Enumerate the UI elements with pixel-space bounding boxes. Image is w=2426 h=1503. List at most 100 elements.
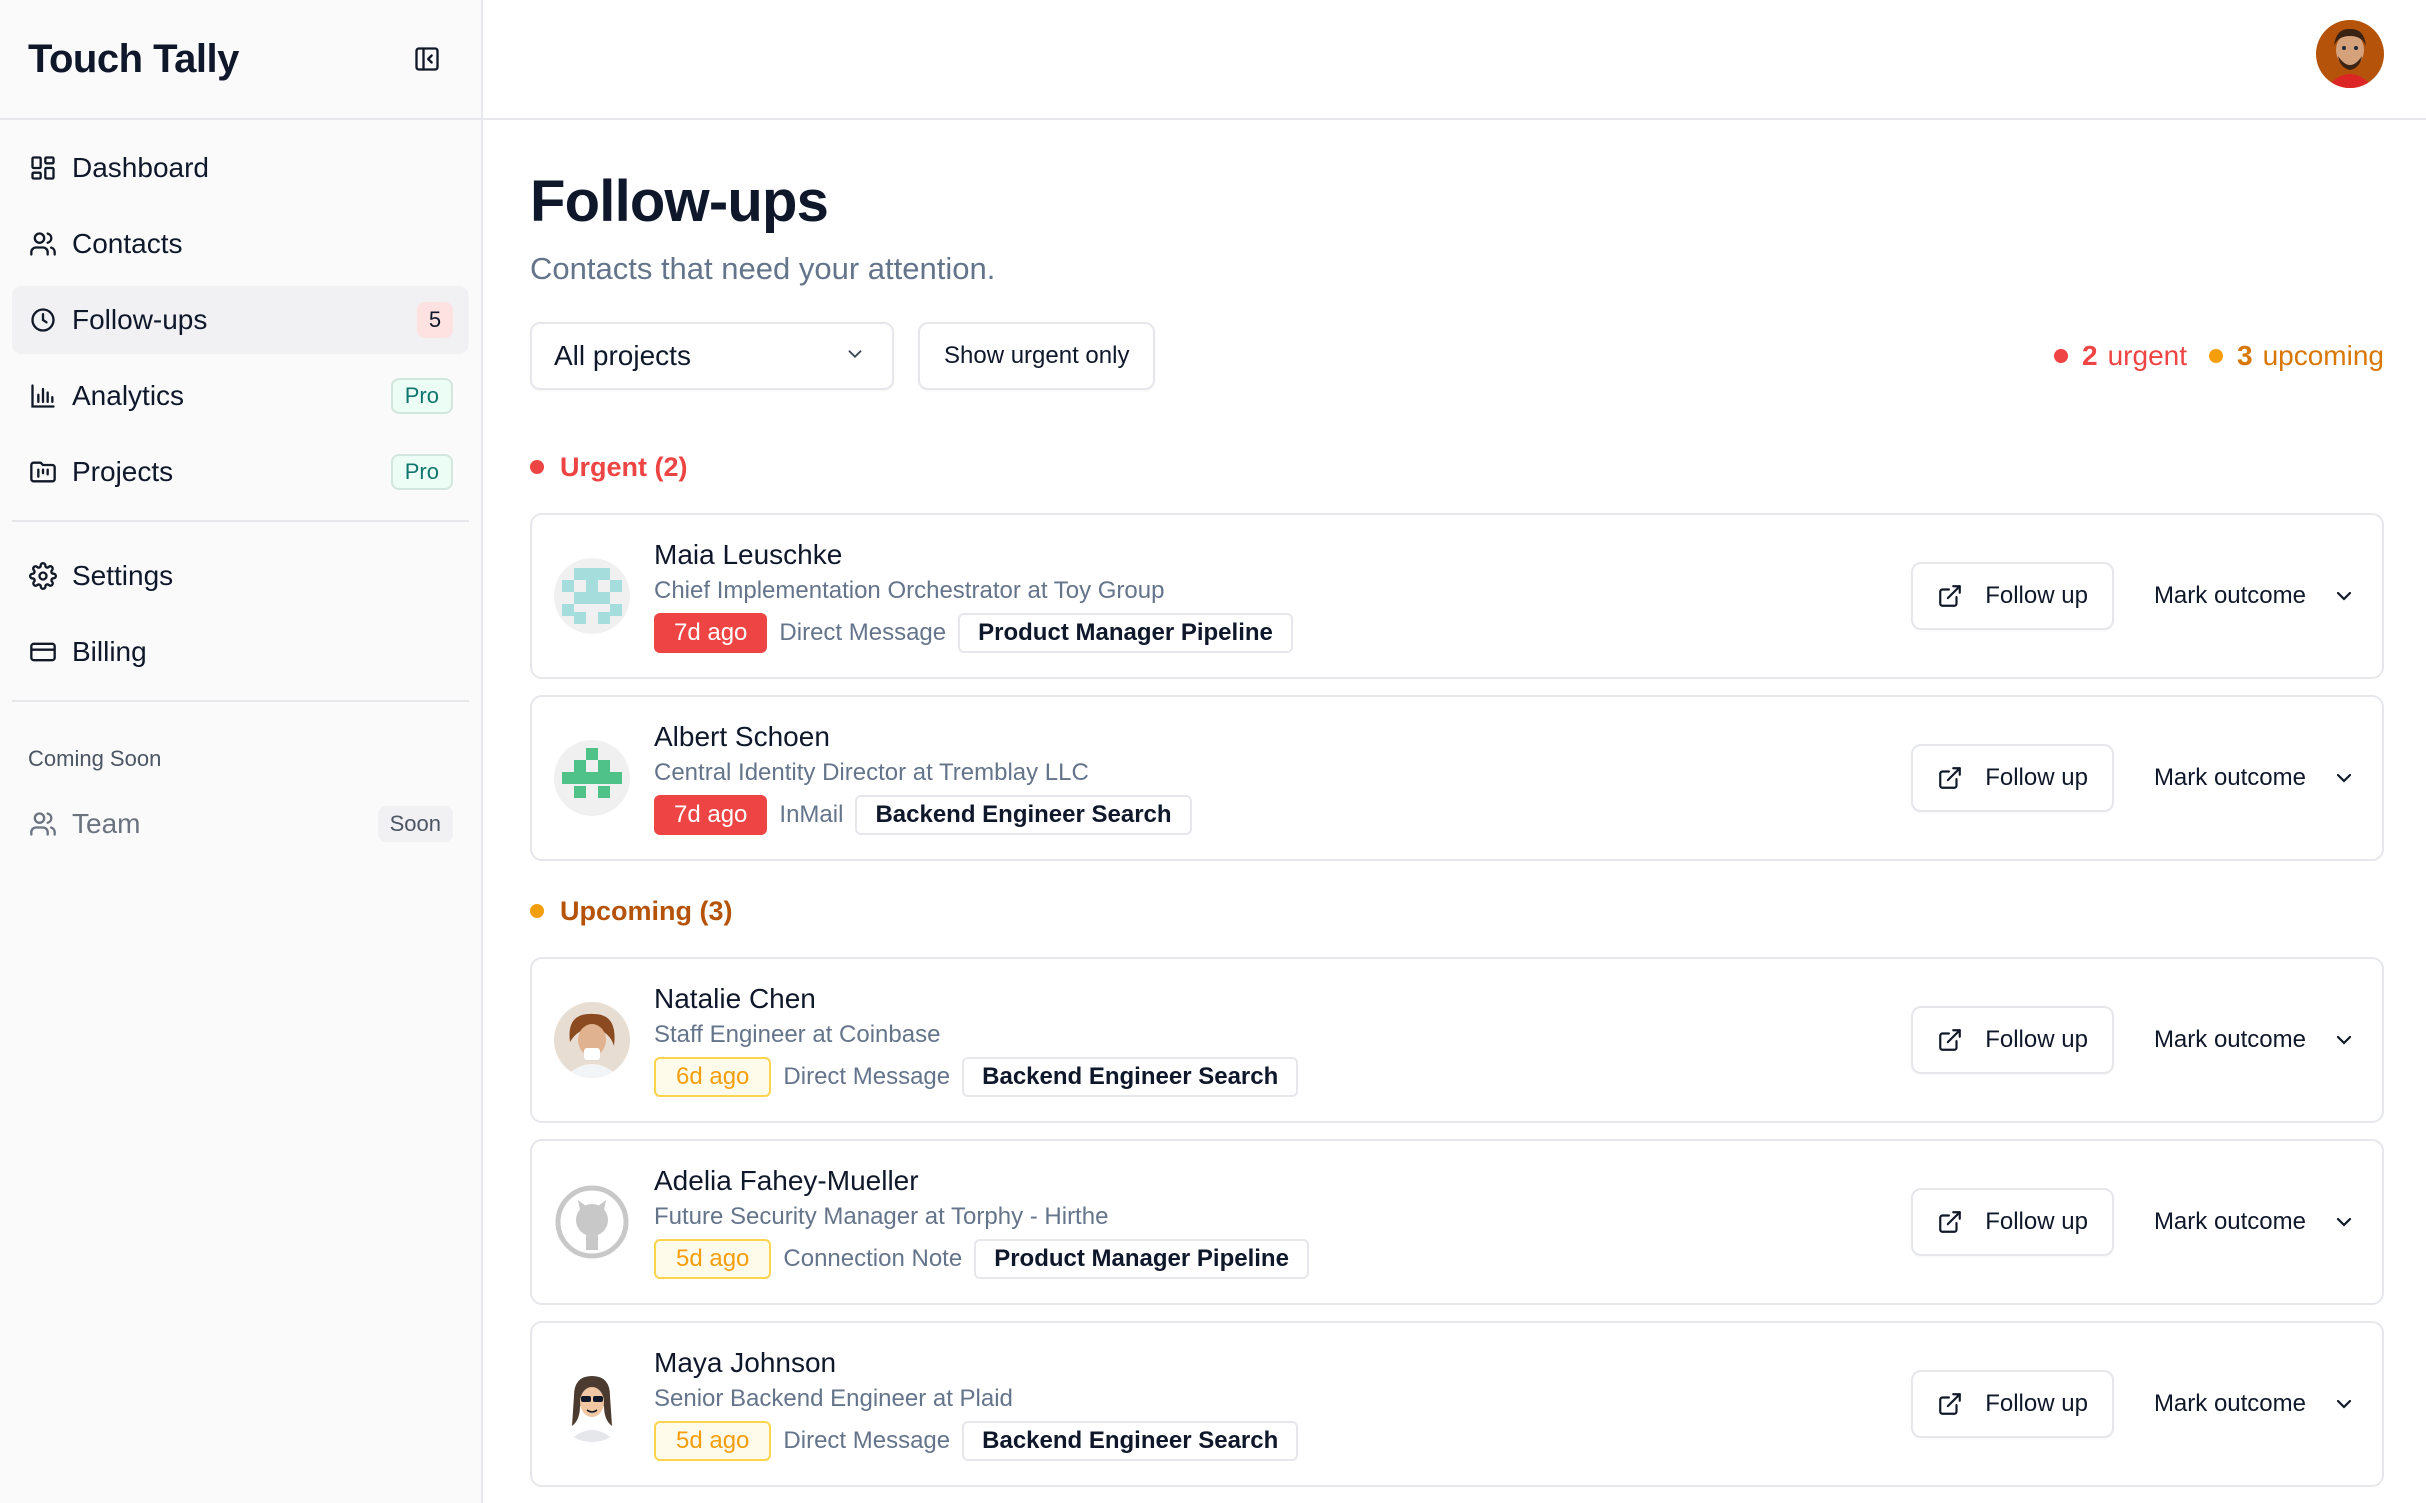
contact-name: Albert Schoen	[654, 721, 830, 752]
main-nav: Dashboard Contacts Follow-ups 5 Analytic…	[0, 120, 481, 506]
mark-outcome-dropdown[interactable]: Mark outcome	[2154, 764, 2356, 792]
sidebar-item-analytics[interactable]: Analytics Pro	[12, 362, 469, 430]
follow-up-label: Follow up	[1985, 582, 2088, 609]
mark-outcome-label: Mark outcome	[2153, 1026, 2306, 1053]
upcoming-summary: 3 upcoming	[2209, 340, 2384, 372]
contact-role: Central Identity Director at Tremblay LL…	[654, 759, 1089, 786]
user-avatar[interactable]	[2316, 20, 2384, 88]
chevron-down-icon	[2336, 591, 2352, 601]
upcoming-count: 3	[2237, 340, 2253, 371]
channel-label: Direct Message	[779, 619, 947, 646]
contact-info: Maya Johnson Senior Backend Engineer at …	[654, 1347, 1911, 1461]
last-contact-badge: 7d ago	[654, 613, 768, 653]
show-urgent-only-button[interactable]: Show urgent only	[918, 322, 1156, 390]
users-icon	[28, 809, 58, 839]
sidebar-divider	[12, 520, 469, 522]
urgent-group-header: Urgent (2)	[530, 447, 2384, 487]
contact-tags: 5d ago Direct Message Backend Engineer S…	[654, 1421, 1911, 1461]
upcoming-label: upcoming	[2262, 340, 2384, 371]
project-tag: Product Manager Pipeline	[958, 613, 1293, 653]
contact-avatar	[554, 740, 630, 816]
follow-up-button[interactable]: Follow up	[1911, 562, 2114, 630]
channel-label: InMail	[779, 801, 844, 828]
sidebar-item-dashboard[interactable]: Dashboard	[12, 134, 469, 202]
chevron-down-icon	[2336, 1217, 2352, 1227]
chevron-down-icon	[2336, 773, 2352, 783]
follow-up-label: Follow up	[1985, 1208, 2088, 1235]
sidebar-item-projects[interactable]: Projects Pro	[12, 438, 469, 506]
project-select[interactable]: All projects	[530, 322, 894, 390]
sidebar-item-settings[interactable]: Settings	[12, 542, 469, 610]
last-contact-badge: 5d ago	[654, 1239, 772, 1279]
project-tag: Backend Engineer Search	[962, 1421, 1299, 1461]
project-tag: Backend Engineer Search	[962, 1057, 1299, 1097]
pro-badge: Pro	[390, 454, 453, 490]
contact-card: Albert Schoen Central Identity Director …	[530, 695, 2384, 861]
follow-up-button[interactable]: Follow up	[1911, 744, 2114, 812]
sidebar-header: Touch Tally	[0, 0, 481, 120]
external-link-icon	[1939, 585, 1962, 607]
sidebar-collapse-icon[interactable]	[411, 43, 443, 75]
sidebar-item-label: Dashboard	[72, 152, 209, 183]
app-title: Touch Tally	[28, 36, 239, 81]
contact-name: Maya Johnson	[654, 1347, 837, 1378]
project-select-value: All projects	[554, 340, 691, 371]
sidebar-divider	[12, 700, 469, 702]
contact-tags: 6d ago Direct Message Backend Engineer S…	[654, 1057, 1911, 1097]
mark-outcome-label: Mark outcome	[2153, 764, 2306, 791]
sidebar-item-label: Follow-ups	[72, 304, 208, 335]
external-link-icon	[1939, 1029, 1962, 1051]
mark-outcome-dropdown[interactable]: Mark outcome	[2154, 582, 2356, 610]
bar-chart-icon	[28, 381, 58, 411]
channel-label: Direct Message	[783, 1427, 951, 1454]
contact-name: Maia Leuschke	[654, 539, 843, 570]
dashboard-icon	[28, 153, 58, 183]
mark-outcome-dropdown[interactable]: Mark outcome	[2154, 1208, 2356, 1236]
chevron-down-icon	[2336, 1035, 2352, 1045]
contact-avatar	[554, 558, 630, 634]
urgent-summary: 2 urgent	[2054, 340, 2187, 372]
gear-icon	[28, 561, 58, 591]
urgent-label: urgent	[2107, 340, 2188, 371]
top-bar	[483, 0, 2426, 120]
sidebar-item-label: Projects	[72, 456, 174, 487]
sidebar-item-label: Contacts	[72, 228, 183, 259]
contact-role: Senior Backend Engineer at Plaid	[654, 1385, 1013, 1412]
sidebar-item-label: Billing	[72, 636, 147, 667]
project-tag: Product Manager Pipeline	[974, 1239, 1309, 1279]
last-contact-badge: 7d ago	[654, 795, 768, 835]
filter-toolbar: All projects Show urgent only 2 urgent 3…	[530, 321, 2384, 391]
follow-up-button[interactable]: Follow up	[1911, 1370, 2114, 1438]
last-contact-badge: 5d ago	[654, 1421, 772, 1461]
channel-label: Connection Note	[783, 1245, 963, 1272]
mark-outcome-label: Mark outcome	[2153, 1390, 2306, 1417]
sidebar-item-follow-ups[interactable]: Follow-ups 5	[12, 286, 469, 354]
soon-badge: Soon	[377, 806, 453, 842]
folder-kanban-icon	[28, 457, 58, 487]
chevron-down-icon	[844, 340, 866, 372]
status-summary: 2 urgent 3 upcoming	[2032, 340, 2384, 372]
mark-outcome-dropdown[interactable]: Mark outcome	[2154, 1390, 2356, 1418]
upcoming-group-title: Upcoming (3)	[560, 895, 733, 926]
contact-tags: 5d ago Connection Note Product Manager P…	[654, 1239, 1911, 1279]
contact-role: Future Security Manager at Torphy - Hirt…	[654, 1203, 1109, 1230]
follow-up-button[interactable]: Follow up	[1911, 1188, 2114, 1256]
page-subtitle: Contacts that need your attention.	[530, 251, 996, 286]
follow-up-label: Follow up	[1985, 1390, 2088, 1417]
upcoming-group-header: Upcoming (3)	[530, 891, 2384, 931]
urgent-dot-icon	[2054, 349, 2069, 363]
sidebar-item-label: Team	[72, 808, 141, 839]
mark-outcome-label: Mark outcome	[2153, 582, 2306, 609]
urgent-group-title: Urgent (2)	[560, 451, 688, 482]
sidebar-item-contacts[interactable]: Contacts	[12, 210, 469, 278]
main-content: Follow-ups Contacts that need your atten…	[530, 120, 2384, 1503]
contact-info: Adelia Fahey-Mueller Future Security Man…	[654, 1165, 1911, 1279]
sidebar-item-billing[interactable]: Billing	[12, 618, 469, 686]
contact-tags: 7d ago InMail Backend Engineer Search	[654, 795, 1911, 835]
contact-card: Natalie Chen Staff Engineer at Coinbase …	[530, 957, 2384, 1123]
follow-up-button[interactable]: Follow up	[1911, 1006, 2114, 1074]
mark-outcome-dropdown[interactable]: Mark outcome	[2154, 1026, 2356, 1054]
page-title: Follow-ups	[530, 169, 829, 234]
sidebar-item-team: Team Soon	[12, 790, 469, 858]
upcoming-dot-icon	[530, 904, 544, 918]
